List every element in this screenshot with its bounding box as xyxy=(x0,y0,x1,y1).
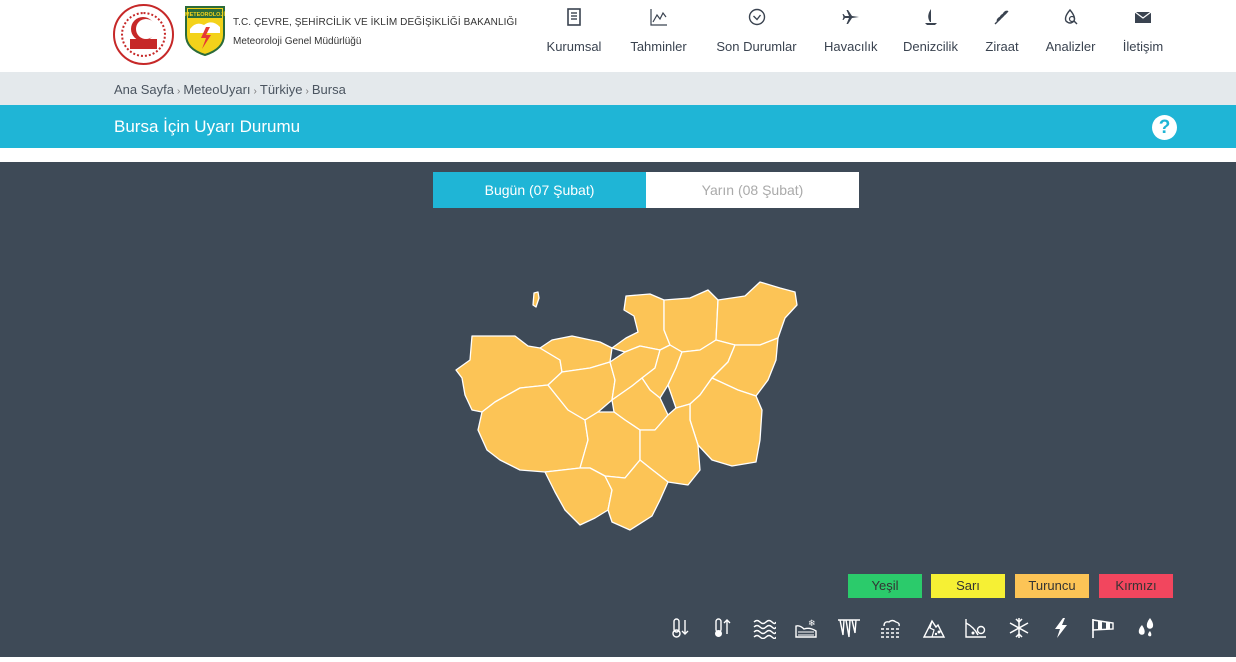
nav-iletisim[interactable]: İletişim xyxy=(1121,8,1165,64)
nav-label: Tahminler xyxy=(630,39,687,54)
snowflake-icon[interactable] xyxy=(1005,617,1033,645)
org-subtitle: Meteoroloji Genel Müdürlüğü xyxy=(233,36,362,47)
district-island xyxy=(532,291,540,308)
legend-sari[interactable]: Sarı xyxy=(931,574,1005,598)
page-title: Bursa İçin Uyarı Durumu xyxy=(114,117,301,136)
cold-thermometer-icon[interactable] xyxy=(665,617,693,645)
mgm-logo[interactable]: METEOROLOJİ xyxy=(184,5,226,57)
envelope-icon xyxy=(1121,8,1165,30)
legend-turuncu[interactable]: Turuncu xyxy=(1015,574,1089,598)
svg-text:METEOROLOJİ: METEOROLOJİ xyxy=(185,11,226,18)
landslide-icon[interactable] xyxy=(962,617,990,645)
ministry-logo[interactable] xyxy=(113,4,174,65)
org-title: T.C. ÇEVRE, ŞEHİRCİLİK VE İKLİM DEĞİŞİKL… xyxy=(233,17,518,28)
district-orhangazi xyxy=(663,289,719,353)
nav-kurumsal[interactable]: Kurumsal xyxy=(545,8,603,64)
help-button[interactable]: ? xyxy=(1152,115,1177,140)
header: METEOROLOJİ T.C. ÇEVRE, ŞEHİRCİLİK VE İK… xyxy=(0,0,1236,72)
hot-thermometer-icon[interactable] xyxy=(707,617,735,645)
snowy-road-icon[interactable]: ❄ xyxy=(792,617,820,645)
nav-label: Ziraat xyxy=(985,39,1019,54)
nav-label: Denizcilik xyxy=(903,39,958,54)
page-bottom xyxy=(0,657,1236,662)
title-bar: Bursa İçin Uyarı Durumu ? xyxy=(0,105,1236,148)
legend-yesil[interactable]: Yeşil xyxy=(848,574,922,598)
avalanche-icon[interactable] xyxy=(920,617,948,645)
spacer xyxy=(0,148,1236,162)
icicle-icon[interactable] xyxy=(835,617,863,645)
nav-son-durumlar[interactable]: Son Durumlar xyxy=(714,8,799,64)
plane-icon xyxy=(824,8,877,30)
nav-tahminler[interactable]: Tahminler xyxy=(628,8,689,64)
legend-kirmizi[interactable]: Kırmızı xyxy=(1099,574,1173,598)
nav-ziraat[interactable]: Ziraat xyxy=(984,8,1020,64)
chevron-right-icon: › xyxy=(177,86,181,97)
breadcrumb-meteouyari[interactable]: MeteoUyarı xyxy=(183,82,250,97)
district-buyukorhan xyxy=(544,467,613,526)
sailboat-icon xyxy=(902,8,959,30)
svg-text:❄: ❄ xyxy=(808,619,816,629)
breadcrumb: Ana Sayfa › MeteoUyarı › Türkiye › Bursa xyxy=(0,72,1236,105)
chevron-right-icon: › xyxy=(305,86,309,97)
nav-denizcilik[interactable]: Denizcilik xyxy=(902,8,959,64)
fog-icon[interactable] xyxy=(877,617,905,645)
nav-label: Havacılık xyxy=(824,39,878,54)
nav-havacilik[interactable]: Havacılık xyxy=(824,8,877,64)
heavy-rain-icon[interactable] xyxy=(1132,617,1160,645)
lightning-icon[interactable] xyxy=(1047,617,1075,645)
breadcrumb-current: Bursa xyxy=(311,82,346,97)
magnifier-drop-icon xyxy=(1044,8,1097,30)
waves-icon[interactable] xyxy=(750,617,778,645)
nav-label: Kurumsal xyxy=(546,39,602,54)
breadcrumb-home[interactable]: Ana Sayfa xyxy=(114,82,174,97)
district-iznik xyxy=(715,281,798,346)
breadcrumb-turkiye[interactable]: Türkiye xyxy=(260,82,303,97)
chart-line-icon xyxy=(628,8,689,30)
nav-label: Son Durumlar xyxy=(716,39,797,54)
warning-map-panel: Bugün (07 Şubat) Yarın (08 Şubat) Yeşil … xyxy=(0,162,1236,657)
wheat-icon xyxy=(984,8,1020,30)
nav-analizler[interactable]: Analizler xyxy=(1044,8,1097,64)
nav-label: Analizler xyxy=(1045,39,1096,54)
chevron-right-icon: › xyxy=(253,86,257,97)
windsock-icon[interactable] xyxy=(1089,617,1117,645)
check-circle-icon xyxy=(714,8,799,30)
district-gemlik xyxy=(611,293,671,353)
nav-label: İletişim xyxy=(1122,39,1164,54)
book-icon xyxy=(545,8,603,30)
